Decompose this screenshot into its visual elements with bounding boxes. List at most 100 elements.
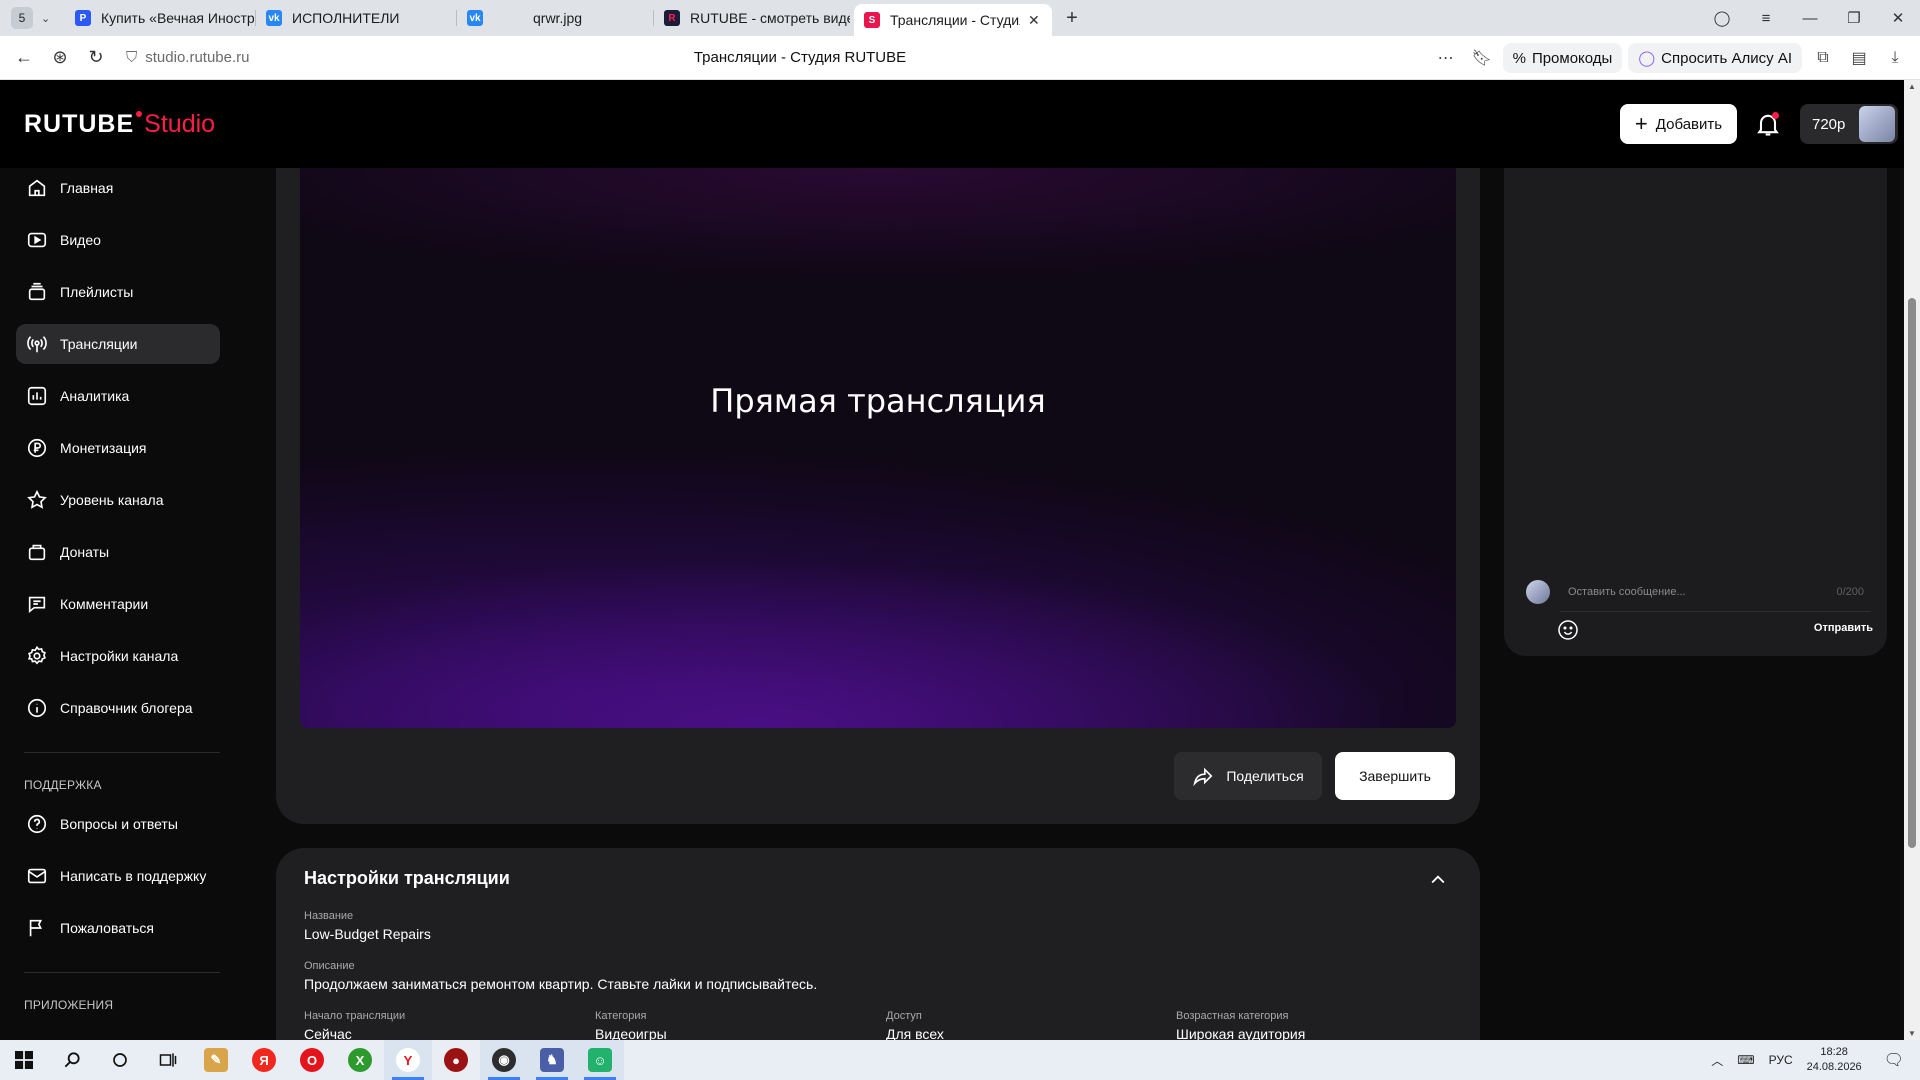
close-tab-icon[interactable]: ✕ — [1028, 12, 1040, 29]
minimize-icon[interactable]: — — [1788, 10, 1832, 27]
task-view-icon[interactable] — [144, 1040, 192, 1080]
windows-start-icon[interactable] — [0, 1040, 48, 1080]
finish-button[interactable]: Завершить — [1335, 752, 1455, 800]
sidebar-item-analytics[interactable]: Аналитика — [16, 376, 220, 416]
extensions-icon[interactable]: ⧉ — [1808, 49, 1838, 67]
sidebar-item-label: Уровень канала — [60, 492, 164, 508]
chevron-up-icon[interactable] — [1428, 870, 1448, 890]
tab-counter[interactable]: 5 — [11, 7, 33, 29]
logo[interactable]: RUTUBE Studio — [24, 110, 215, 139]
send-button[interactable]: Отправить — [1814, 622, 1873, 634]
plus-icon: + — [1634, 111, 1648, 136]
sidebar-item-channel-level[interactable]: Уровень канала — [16, 480, 220, 520]
sidebar-item-comments[interactable]: Комментарии — [16, 584, 220, 624]
taskbar-app-obs[interactable]: ◉ — [480, 1040, 528, 1080]
app-red-icon: ● — [444, 1048, 468, 1072]
rutube-icon: P — [75, 10, 91, 26]
sidebar-item-write-support[interactable]: Написать в поддержку — [16, 856, 220, 896]
back-icon[interactable]: ← — [6, 47, 42, 68]
clock[interactable]: 18:28 24.08.2026 — [1807, 1045, 1862, 1075]
collections-icon[interactable]: ▤ — [1844, 48, 1874, 68]
profile-icon[interactable]: ◯ — [1700, 9, 1744, 27]
rutube-studio-icon: S — [864, 12, 880, 28]
sidebar-item-donations[interactable]: Донаты — [16, 532, 220, 572]
browser-tab[interactable]: vk ИСПОЛНИТЕЛИ — [256, 4, 456, 32]
scroll-down-icon[interactable]: ▼ — [1904, 1029, 1920, 1038]
notifications-bell-icon[interactable] — [1754, 110, 1782, 138]
url-field[interactable]: ⛉ studio.rutube.ru — [126, 49, 250, 66]
taskbar-app-yandex[interactable]: Я — [240, 1040, 288, 1080]
bookmark-icon[interactable]: 🔖︎ — [1467, 48, 1497, 68]
chat-message-input[interactable]: Оставить сообщение... 0/200 — [1560, 572, 1870, 612]
donate-icon — [28, 544, 46, 561]
scrollbar-thumb[interactable] — [1908, 298, 1916, 848]
taskbar: ✎ Я O X Y ● ◉ ♞ ☺ ︿ ⌨ РУС 18:28 24.08.20… — [0, 1040, 1920, 1080]
share-icon — [1193, 767, 1213, 787]
video-player[interactable]: Прямая трансляция — [300, 168, 1456, 728]
language-indicator[interactable]: РУС — [1769, 1053, 1793, 1067]
notification-center-icon[interactable]: 🗨︎ — [1884, 1050, 1904, 1070]
more-icon[interactable]: ⋯ — [1431, 48, 1461, 68]
sidebar-item-playlists[interactable]: Плейлисты — [16, 272, 220, 312]
close-window-icon[interactable]: ✕ — [1876, 9, 1920, 27]
share-button[interactable]: Поделиться — [1174, 752, 1322, 800]
new-tab-button[interactable]: + — [1058, 7, 1086, 30]
discord-icon: ☺ — [588, 1048, 612, 1072]
address-bar-actions: ⋯ 🔖︎ % Промокоды ◯ Спросить Алису AI ⧉ ▤… — [1431, 36, 1920, 80]
keyboard-icon[interactable]: ⌨ — [1737, 1053, 1754, 1067]
browser-tab-bar: 5 ⌄ P Купить «Вечная Иностра vk ИСПОЛНИТ… — [0, 0, 1920, 36]
promo-button[interactable]: % Промокоды — [1502, 43, 1623, 73]
profile-menu[interactable]: 720p — [1800, 104, 1898, 144]
sidebar-item-broadcasts[interactable]: Трансляции — [16, 324, 220, 364]
tabs-menu-chevron-icon[interactable]: ⌄ — [41, 12, 59, 25]
player-title: Прямая трансляция — [710, 382, 1046, 420]
sidebar-item-report[interactable]: Пожаловаться — [16, 908, 220, 948]
sidebar-item-label: Вопросы и ответы — [60, 816, 178, 832]
taskbar-app-game[interactable]: ♞ — [528, 1040, 576, 1080]
page-scrollbar[interactable]: ▲ ▼ — [1904, 80, 1920, 1040]
scroll-up-icon[interactable]: ▲ — [1904, 82, 1920, 91]
cortana-icon[interactable] — [96, 1040, 144, 1080]
sidebar-item-video[interactable]: Видео — [16, 220, 220, 260]
search-icon[interactable] — [48, 1040, 96, 1080]
browser-tab[interactable]: vk qrwr.jpg — [457, 4, 653, 32]
sidebar-divider — [24, 972, 220, 973]
alice-button[interactable]: ◯ Спросить Алису AI — [1628, 43, 1802, 73]
taskbar-app-discord[interactable]: ☺ — [576, 1040, 624, 1080]
sidebar-item-blogger-guide[interactable]: Справочник блогера — [16, 688, 220, 728]
sidebar-item-faq[interactable]: Вопросы и ответы — [16, 804, 220, 844]
url-text: studio.rutube.ru — [145, 49, 250, 66]
menu-icon[interactable]: ≡ — [1744, 10, 1788, 27]
yandex-browser-icon: Y — [396, 1048, 420, 1072]
sidebar-item-label: Главная — [60, 180, 114, 196]
browser-tab-active[interactable]: S Трансляции - Студия RUTUBE ✕ — [854, 4, 1052, 36]
emoji-icon[interactable] — [1556, 618, 1580, 642]
chat-panel: Оставить сообщение... 0/200 Отправить — [1504, 168, 1887, 656]
sidebar-item-monetization[interactable]: Монетизация — [16, 428, 220, 468]
taskbar-app-yandex-browser[interactable]: Y — [384, 1040, 432, 1080]
access-label: Доступ — [886, 1010, 922, 1022]
download-icon[interactable]: ⤓ — [1880, 49, 1910, 67]
restore-icon[interactable]: ❐ — [1832, 9, 1876, 27]
browser-tab[interactable]: R RUTUBE - смотреть видео — [654, 4, 850, 32]
taskbar-app-paint[interactable]: ✎ — [192, 1040, 240, 1080]
protect-icon[interactable]: ⊛ — [42, 47, 78, 68]
taskbar-app-xbox[interactable]: X — [336, 1040, 384, 1080]
tab-label: qrwr.jpg — [533, 10, 583, 26]
taskbar-app-red[interactable]: ● — [432, 1040, 480, 1080]
logo-dot — [136, 111, 143, 117]
sidebar-item-home[interactable]: Главная — [16, 168, 220, 208]
reload-icon[interactable]: ↻ — [78, 47, 114, 68]
sidebar-item-label: Справочник блогера — [60, 700, 193, 716]
sidebar-item-label: Видео — [60, 232, 101, 248]
mail-icon — [27, 868, 47, 884]
star-icon — [27, 489, 47, 509]
taskbar-app-opera[interactable]: O — [288, 1040, 336, 1080]
chat-char-counter: 0/200 — [1836, 585, 1864, 598]
add-button[interactable]: + Добавить — [1620, 104, 1737, 144]
sidebar-item-label: Комментарии — [60, 596, 149, 612]
description-label: Описание — [304, 960, 355, 972]
browser-tab[interactable]: P Купить «Вечная Иностра — [65, 4, 255, 32]
tray-chevron-up-icon[interactable]: ︿ — [1711, 1052, 1723, 1069]
sidebar-item-channel-settings[interactable]: Настройки канала — [16, 636, 220, 676]
